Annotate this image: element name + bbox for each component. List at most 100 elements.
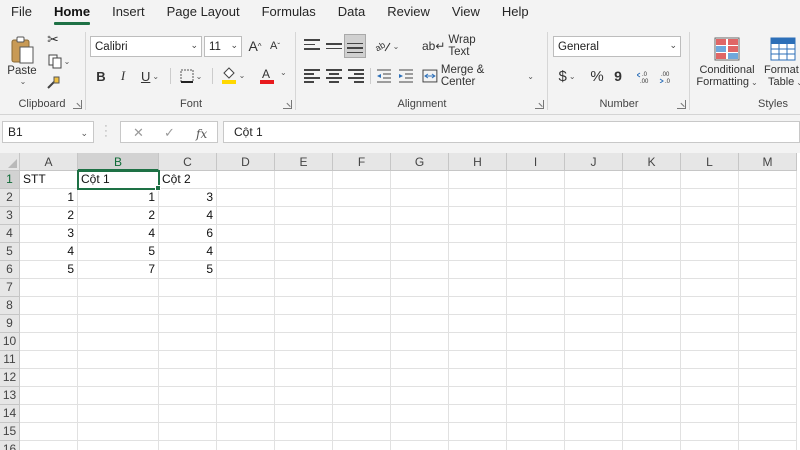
cell-i12[interactable]	[507, 369, 565, 387]
cancel-icon[interactable]: ✕	[133, 125, 144, 141]
cell-m16[interactable]	[739, 441, 797, 450]
cell-m14[interactable]	[739, 405, 797, 423]
cell-c4[interactable]: 6	[159, 225, 217, 243]
cell-a13[interactable]	[20, 387, 78, 405]
cell-i7[interactable]	[507, 279, 565, 297]
row-header-2[interactable]: 2	[0, 189, 20, 207]
cell-j8[interactable]	[565, 297, 623, 315]
cell-i1[interactable]	[507, 171, 565, 189]
copy-button[interactable]: ⌄	[44, 52, 74, 70]
cell-e11[interactable]	[275, 351, 333, 369]
tab-home[interactable]: Home	[43, 0, 101, 26]
percent-button[interactable]: %	[588, 66, 606, 86]
cell-f5[interactable]	[333, 243, 391, 261]
column-header-i[interactable]: I	[507, 153, 565, 171]
row-header-8[interactable]: 8	[0, 297, 20, 315]
cell-j13[interactable]	[565, 387, 623, 405]
tab-insert[interactable]: Insert	[101, 0, 156, 26]
cell-g1[interactable]	[391, 171, 449, 189]
cell-f4[interactable]	[333, 225, 391, 243]
cell-d12[interactable]	[217, 369, 275, 387]
cell-j7[interactable]	[565, 279, 623, 297]
cell-i2[interactable]	[507, 189, 565, 207]
cell-j1[interactable]	[565, 171, 623, 189]
fill-color-button[interactable]: ⌄	[218, 64, 248, 86]
cell-k10[interactable]	[623, 333, 681, 351]
cell-m5[interactable]	[739, 243, 797, 261]
cell-g9[interactable]	[391, 315, 449, 333]
cell-l6[interactable]	[681, 261, 739, 279]
column-header-f[interactable]: F	[333, 153, 391, 171]
cell-d9[interactable]	[217, 315, 275, 333]
align-left-button[interactable]	[302, 66, 322, 86]
column-header-h[interactable]: H	[449, 153, 507, 171]
merge-center-button[interactable]: Merge & Center ⌄	[422, 64, 534, 88]
enter-icon[interactable]: ✓	[164, 125, 175, 141]
column-header-m[interactable]: M	[739, 153, 797, 171]
font-launcher-icon[interactable]	[283, 100, 292, 109]
cell-d4[interactable]	[217, 225, 275, 243]
cell-g16[interactable]	[391, 441, 449, 450]
cell-e13[interactable]	[275, 387, 333, 405]
cell-k13[interactable]	[623, 387, 681, 405]
tab-formulas[interactable]: Formulas	[251, 0, 327, 26]
font-size-select[interactable]: 11 ⌄	[204, 36, 242, 57]
cell-b13[interactable]	[78, 387, 159, 405]
cell-e10[interactable]	[275, 333, 333, 351]
cell-b16[interactable]	[78, 441, 159, 450]
cell-l13[interactable]	[681, 387, 739, 405]
cell-f12[interactable]	[333, 369, 391, 387]
cell-m2[interactable]	[739, 189, 797, 207]
cell-h14[interactable]	[449, 405, 507, 423]
cell-h10[interactable]	[449, 333, 507, 351]
cell-h15[interactable]	[449, 423, 507, 441]
cell-a15[interactable]	[20, 423, 78, 441]
cell-m8[interactable]	[739, 297, 797, 315]
row-header-16[interactable]: 16	[0, 441, 20, 450]
cell-a7[interactable]	[20, 279, 78, 297]
cell-a9[interactable]	[20, 315, 78, 333]
cell-b4[interactable]: 4	[78, 225, 159, 243]
cell-a4[interactable]: 3	[20, 225, 78, 243]
cell-l12[interactable]	[681, 369, 739, 387]
cell-k12[interactable]	[623, 369, 681, 387]
cell-k3[interactable]	[623, 207, 681, 225]
cell-g12[interactable]	[391, 369, 449, 387]
font-name-select[interactable]: Calibri ⌄	[90, 36, 202, 57]
cell-a14[interactable]	[20, 405, 78, 423]
cell-f10[interactable]	[333, 333, 391, 351]
cell-m6[interactable]	[739, 261, 797, 279]
tab-view[interactable]: View	[441, 0, 491, 26]
cell-d11[interactable]	[217, 351, 275, 369]
cell-l8[interactable]	[681, 297, 739, 315]
cell-i16[interactable]	[507, 441, 565, 450]
row-header-1[interactable]: 1	[0, 171, 20, 189]
currency-button[interactable]: $ ⌄	[554, 66, 580, 86]
alignment-launcher-icon[interactable]	[535, 100, 544, 109]
cell-k9[interactable]	[623, 315, 681, 333]
cell-c9[interactable]	[159, 315, 217, 333]
cell-h5[interactable]	[449, 243, 507, 261]
bold-button[interactable]: B	[92, 66, 110, 86]
paste-button[interactable]: Paste ⌄	[4, 30, 40, 92]
cell-c16[interactable]	[159, 441, 217, 450]
cell-e7[interactable]	[275, 279, 333, 297]
cell-b14[interactable]	[78, 405, 159, 423]
cell-c10[interactable]	[159, 333, 217, 351]
row-header-5[interactable]: 5	[0, 243, 20, 261]
cell-i11[interactable]	[507, 351, 565, 369]
clipboard-launcher-icon[interactable]	[73, 100, 82, 109]
cell-f11[interactable]	[333, 351, 391, 369]
cell-j4[interactable]	[565, 225, 623, 243]
cell-k11[interactable]	[623, 351, 681, 369]
cell-d2[interactable]	[217, 189, 275, 207]
cell-d8[interactable]	[217, 297, 275, 315]
cell-k6[interactable]	[623, 261, 681, 279]
cell-e16[interactable]	[275, 441, 333, 450]
cell-h2[interactable]	[449, 189, 507, 207]
increase-indent-button[interactable]	[396, 66, 416, 86]
cell-c2[interactable]: 3	[159, 189, 217, 207]
cell-f14[interactable]	[333, 405, 391, 423]
tab-page-layout[interactable]: Page Layout	[156, 0, 251, 26]
cell-f1[interactable]	[333, 171, 391, 189]
